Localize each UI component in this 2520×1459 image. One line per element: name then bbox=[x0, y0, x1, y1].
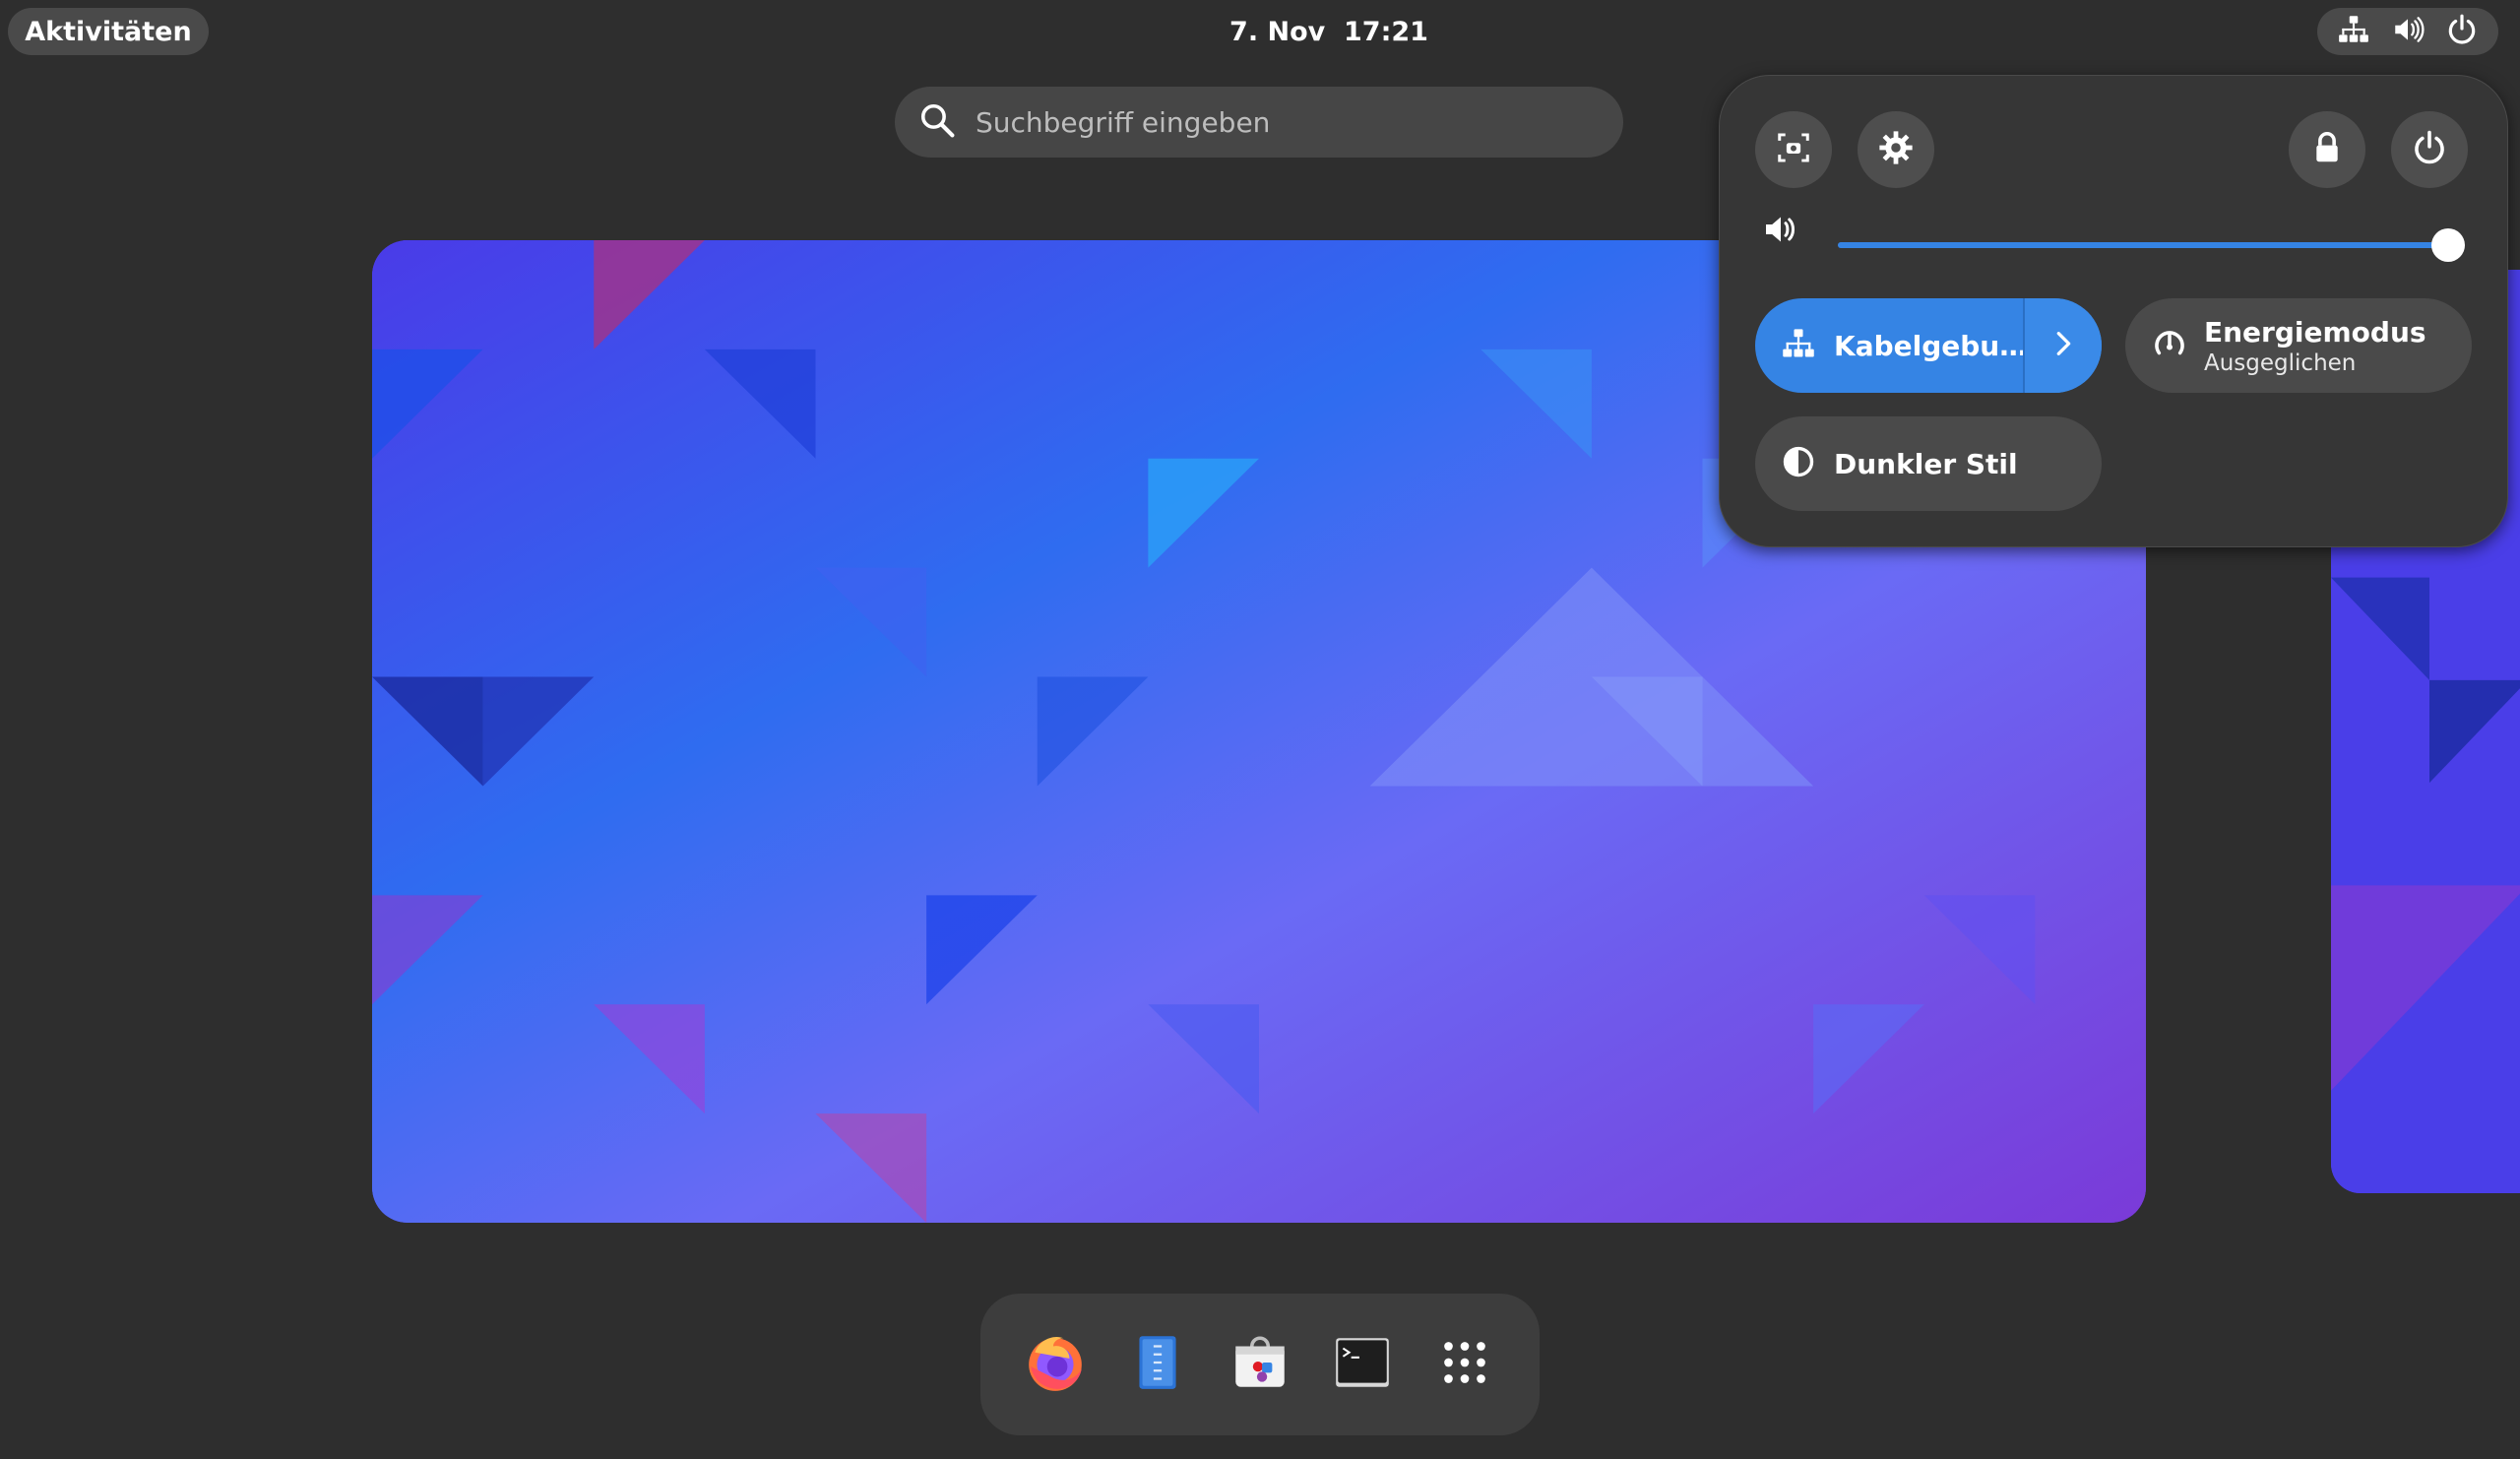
terminal-icon bbox=[1330, 1330, 1395, 1399]
volume-slider-fill bbox=[1838, 242, 2448, 248]
network-toggle-label: Kabelgebu… bbox=[1834, 329, 2028, 362]
settings-button[interactable] bbox=[1858, 111, 1934, 188]
quick-settings-panel: Kabelgebu… Energiemodus Ausgeglichen Dun… bbox=[1719, 75, 2508, 547]
power-off-button[interactable] bbox=[2391, 111, 2468, 188]
power-icon bbox=[2445, 13, 2479, 50]
screenshot-icon bbox=[1775, 129, 1812, 170]
volume-slider-handle[interactable] bbox=[2431, 228, 2465, 262]
dash-app-text-editor[interactable] bbox=[1121, 1328, 1194, 1401]
dark-style-label: Dunkler Stil bbox=[1834, 447, 2018, 480]
power-mode-sublabel: Ausgeglichen bbox=[2204, 349, 2357, 376]
search-bar[interactable] bbox=[895, 87, 1623, 158]
network-toggle-main[interactable]: Kabelgebu… bbox=[1755, 298, 2027, 393]
network-wired-icon bbox=[2337, 13, 2370, 50]
power-profile-icon bbox=[2151, 325, 2204, 366]
dash-app-firefox[interactable] bbox=[1019, 1328, 1092, 1401]
settings-gear-icon bbox=[1877, 129, 1915, 170]
network-wired-icon bbox=[1781, 326, 1834, 365]
power-mode-label: Energiemodus bbox=[2204, 315, 2426, 349]
lock-icon bbox=[2308, 129, 2346, 170]
activities-button[interactable]: Aktivitäten bbox=[8, 8, 209, 55]
lock-button[interactable] bbox=[2289, 111, 2365, 188]
show-apps-button[interactable] bbox=[1428, 1328, 1501, 1401]
power-mode-toggle[interactable]: Energiemodus Ausgeglichen bbox=[2125, 298, 2472, 393]
volume-slider[interactable] bbox=[1838, 228, 2465, 262]
volume-icon bbox=[1761, 210, 1800, 249]
firefox-icon bbox=[1023, 1330, 1088, 1399]
dark-style-icon bbox=[1781, 444, 1834, 483]
top-bar: Aktivitäten 7. Nov 17:21 bbox=[0, 0, 2520, 63]
dash bbox=[980, 1294, 1540, 1435]
show-apps-grid-icon bbox=[1432, 1330, 1497, 1399]
system-tray[interactable] bbox=[2317, 8, 2498, 55]
date-time-clock[interactable]: 7. Nov 17:21 bbox=[1122, 8, 1536, 55]
screenshot-button[interactable] bbox=[1755, 111, 1832, 188]
dark-style-toggle[interactable]: Dunkler Stil bbox=[1755, 416, 2102, 511]
text-editor-icon bbox=[1125, 1330, 1190, 1399]
volume-icon bbox=[2391, 13, 2425, 50]
search-icon bbox=[918, 101, 956, 143]
software-store-icon bbox=[1228, 1330, 1292, 1399]
search-input[interactable] bbox=[974, 104, 1588, 140]
network-toggle[interactable]: Kabelgebu… bbox=[1755, 298, 2102, 393]
network-menu-arrow-button[interactable] bbox=[2025, 298, 2102, 393]
power-icon bbox=[2411, 129, 2448, 170]
dash-app-software[interactable] bbox=[1224, 1328, 1296, 1401]
dash-app-terminal[interactable] bbox=[1326, 1328, 1399, 1401]
chevron-right-icon bbox=[2048, 329, 2078, 362]
